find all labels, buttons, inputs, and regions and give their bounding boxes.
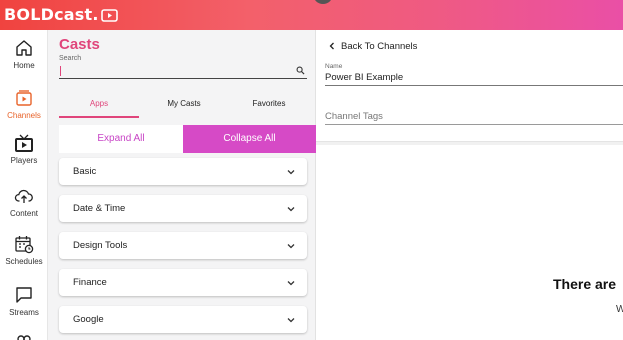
category-label: Date & Time (73, 203, 126, 214)
name-field[interactable]: Power BI Example (325, 70, 623, 86)
expand-all-button[interactable]: Expand All (59, 125, 183, 153)
tab-favorites[interactable]: Favorites (229, 96, 309, 118)
window-notch (313, 0, 333, 4)
nav-label-players: Players (10, 156, 38, 165)
channel-tags-placeholder: Channel Tags (325, 111, 383, 122)
tab-my-casts[interactable]: My Casts (144, 96, 224, 118)
name-value: Power BI Example (325, 72, 404, 83)
logo-tv-icon (100, 9, 118, 22)
category-label: Design Tools (73, 240, 128, 251)
panel-divider (316, 141, 623, 145)
nav-item-more[interactable] (0, 333, 48, 340)
nav-label-home: Home (13, 61, 35, 70)
text-caret (60, 66, 61, 76)
casts-panel: Casts Search Apps My Casts Favorites Exp… (48, 30, 316, 340)
chevron-down-icon (287, 170, 295, 175)
nav-item-content[interactable]: Content (0, 186, 48, 219)
chat-bubble-icon (16, 287, 32, 303)
search-icon[interactable] (296, 66, 305, 75)
nav-item-channels[interactable]: Channels (0, 88, 48, 121)
nav-item-schedules[interactable]: Schedules (0, 234, 48, 267)
category-date-time[interactable]: Date & Time (59, 195, 307, 222)
nav-label-schedules: Schedules (5, 257, 43, 266)
category-google[interactable]: Google (59, 306, 307, 333)
channel-tags-field[interactable]: Channel Tags (325, 107, 623, 125)
cloud-upload-icon (14, 189, 33, 203)
casts-tabs: Apps My Casts Favorites (59, 96, 306, 118)
channel-panel: Back To Channels Name Power BI Example C… (316, 30, 623, 340)
nav-item-home[interactable]: Home (0, 38, 48, 71)
chevron-left-icon (329, 42, 334, 50)
back-label: Back To Channels (341, 40, 418, 52)
home-icon (16, 40, 32, 56)
search-label: Search (59, 55, 82, 62)
more-icon (17, 335, 31, 340)
category-label: Google (73, 314, 104, 325)
back-to-channels-link[interactable]: Back To Channels (328, 40, 417, 52)
chevron-down-icon (287, 318, 295, 323)
nav-label-streams: Streams (9, 308, 39, 317)
channels-icon (16, 90, 32, 106)
chevron-down-icon (287, 281, 295, 286)
calendar-clock-icon (15, 236, 34, 254)
empty-state-heading: There are (553, 276, 617, 292)
category-design-tools[interactable]: Design Tools (59, 232, 307, 259)
logo-text: BOLDcast. (4, 5, 99, 24)
player-tv-icon (15, 134, 33, 152)
chevron-down-icon (287, 244, 295, 249)
nav-item-players[interactable]: Players (0, 133, 48, 166)
chevron-down-icon (287, 207, 295, 212)
app-logo[interactable]: BOLDcast. (4, 5, 118, 25)
nav-label-content: Content (9, 209, 39, 218)
nav-rail: Home Channels Players Content Schedules … (0, 30, 48, 340)
empty-state-text: W (616, 304, 623, 315)
search-input[interactable] (59, 63, 307, 79)
nav-label-channels: Channels (7, 111, 41, 120)
category-label: Basic (73, 166, 97, 177)
name-field-label: Name (325, 63, 343, 70)
tab-apps[interactable]: Apps (59, 96, 139, 118)
casts-title: Casts (59, 36, 100, 53)
category-basic[interactable]: Basic (59, 158, 307, 185)
collapse-all-button[interactable]: Collapse All (183, 125, 316, 153)
app-header: BOLDcast. (0, 0, 623, 30)
nav-item-streams[interactable]: Streams (0, 285, 48, 318)
category-label: Finance (73, 277, 107, 288)
category-finance[interactable]: Finance (59, 269, 307, 296)
